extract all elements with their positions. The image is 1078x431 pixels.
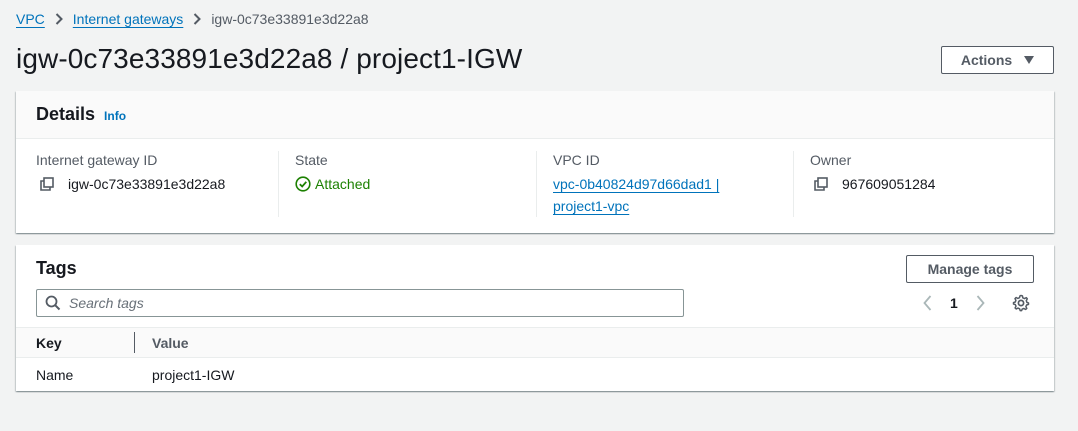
column-header-value[interactable]: Value <box>152 335 189 351</box>
vpc-id-field: VPC ID vpc-0b40824d97d66dad1 | project1-… <box>536 151 794 217</box>
state-label: State <box>295 152 328 168</box>
gateway-id-value: igw-0c73e33891e3d22a8 <box>68 176 226 192</box>
search-icon <box>45 295 61 311</box>
actions-button[interactable]: Actions <box>941 46 1054 74</box>
gear-icon[interactable] <box>1012 294 1030 312</box>
tags-table-header: Key Value <box>16 327 1054 358</box>
breadcrumb-internet-gateways-link[interactable]: Internet gateways <box>73 10 184 28</box>
search-tags-input[interactable] <box>69 295 669 311</box>
gateway-id-field: Internet gateway ID igw-0c73e33891e3d22a… <box>36 151 278 217</box>
owner-value: 967609051284 <box>842 176 936 192</box>
details-panel: Details Info Internet gateway ID igw-0c7… <box>16 91 1054 233</box>
tag-value-cell: project1-IGW <box>152 367 235 383</box>
chevron-left-icon[interactable] <box>918 295 936 311</box>
search-tags-field[interactable] <box>36 289 684 317</box>
details-heading: Details <box>36 104 96 124</box>
breadcrumb: VPC Internet gateways igw-0c73e33891e3d2… <box>16 10 369 28</box>
tags-heading: Tags <box>36 258 77 278</box>
page-title: igw-0c73e33891e3d22a8 / project1-IGW <box>16 43 523 74</box>
column-resizer[interactable] <box>134 332 135 353</box>
info-link[interactable]: Info <box>104 109 126 123</box>
details-header: Details Info <box>16 91 1054 139</box>
tags-panel: Tags Manage tags 1 Key Va <box>16 245 1054 391</box>
copy-icon[interactable] <box>40 173 54 195</box>
caret-down-icon <box>1024 56 1035 64</box>
gateway-id-label: Internet gateway ID <box>36 152 158 168</box>
chevron-right-icon <box>193 13 202 25</box>
tag-key-cell: Name <box>36 367 74 383</box>
actions-button-label: Actions <box>960 52 1013 68</box>
owner-field: Owner 967609051284 <box>793 151 1053 217</box>
pagination: 1 <box>918 292 990 314</box>
vpc-name-link[interactable]: project1-vpc <box>553 195 629 217</box>
copy-icon[interactable] <box>814 173 828 195</box>
breadcrumb-vpc-link[interactable]: VPC <box>16 10 45 28</box>
owner-label: Owner <box>810 152 852 168</box>
column-header-key[interactable]: Key <box>36 335 62 351</box>
check-circle-icon <box>295 173 311 195</box>
manage-tags-button[interactable]: Manage tags <box>906 255 1034 283</box>
details-grid: Internet gateway ID igw-0c73e33891e3d22a… <box>16 139 1054 232</box>
current-page[interactable]: 1 <box>950 295 958 311</box>
chevron-right-icon[interactable] <box>972 295 990 311</box>
vpc-id-label: VPC ID <box>553 152 600 168</box>
state-field: State Attached <box>278 151 536 217</box>
chevron-right-icon <box>55 13 63 25</box>
table-row: Name project1-IGW <box>16 359 1054 391</box>
state-value: Attached <box>315 176 371 192</box>
breadcrumb-current: igw-0c73e33891e3d22a8 <box>211 11 369 27</box>
page: VPC Internet gateways igw-0c73e33891e3d2… <box>0 0 1078 431</box>
vpc-id-link[interactable]: vpc-0b40824d97d66dad1 | <box>553 173 719 195</box>
